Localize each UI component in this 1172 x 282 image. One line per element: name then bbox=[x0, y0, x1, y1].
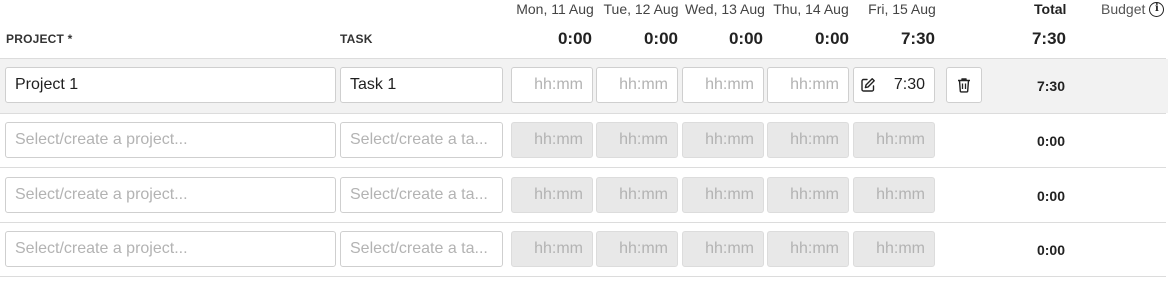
time-input-thu: hh:mm bbox=[767, 231, 849, 267]
day-total-mon: 0:00 bbox=[557, 29, 592, 48]
task-field[interactable]: Select/create a ta... bbox=[340, 231, 503, 267]
project-field[interactable]: Select/create a project... bbox=[5, 231, 336, 267]
time-input-thu: hh:mm bbox=[767, 177, 849, 213]
time-input-wed: hh:mm bbox=[682, 122, 764, 158]
time-input-tue: hh:mm bbox=[596, 122, 678, 158]
time-input-mon[interactable]: hh:mm bbox=[511, 67, 593, 103]
task-field[interactable]: Select/create a ta... bbox=[340, 122, 503, 158]
task-field[interactable]: Select/create a ta... bbox=[340, 177, 503, 213]
task-column-label: TASK bbox=[340, 32, 373, 46]
row-divider bbox=[0, 276, 1166, 277]
day-total-thu: 0:00 bbox=[814, 29, 849, 48]
project-column-label: PROJECT * bbox=[6, 32, 73, 46]
table-row: Select/create a project... Select/create… bbox=[0, 168, 1168, 222]
time-input-fri: hh:mm bbox=[853, 231, 935, 267]
time-value: 7:30 bbox=[893, 76, 925, 93]
time-input-mon: hh:mm bbox=[511, 231, 593, 267]
table-row: Select/create a project... Select/create… bbox=[0, 114, 1168, 168]
time-input-wed[interactable]: hh:mm bbox=[682, 67, 764, 103]
day-header-thu: Thu, 14 Aug bbox=[773, 1, 849, 17]
time-input-fri: hh:mm bbox=[853, 177, 935, 213]
project-field[interactable]: Select/create a project... bbox=[5, 122, 336, 158]
time-input-wed: hh:mm bbox=[682, 231, 764, 267]
time-input-fri: hh:mm bbox=[853, 122, 935, 158]
day-total-fri: 7:30 bbox=[900, 29, 935, 48]
info-icon[interactable]: i bbox=[1149, 1, 1165, 17]
day-header-fri: Fri, 15 Aug bbox=[868, 1, 936, 17]
day-header-wed: Wed, 13 Aug bbox=[685, 1, 765, 17]
row-total: 7:30 bbox=[1036, 78, 1066, 94]
day-header-tue: Tue, 12 Aug bbox=[603, 1, 679, 17]
row-total: 0:00 bbox=[1036, 133, 1066, 149]
budget-label: Budget bbox=[1101, 1, 1146, 17]
row-total: 0:00 bbox=[1036, 188, 1066, 204]
day-total-wed: 0:00 bbox=[728, 29, 763, 48]
day-header-mon: Mon, 11 Aug bbox=[516, 1, 594, 17]
trash-icon bbox=[957, 77, 971, 93]
time-input-mon: hh:mm bbox=[511, 177, 593, 213]
time-input-tue[interactable]: hh:mm bbox=[596, 67, 678, 103]
total-header: Total bbox=[1034, 1, 1067, 17]
grand-total: 7:30 bbox=[1031, 29, 1066, 48]
task-field[interactable]: Task 1 bbox=[340, 67, 503, 103]
time-input-tue: hh:mm bbox=[596, 177, 678, 213]
time-input-wed: hh:mm bbox=[682, 177, 764, 213]
time-input-fri[interactable]: 7:30 bbox=[853, 67, 935, 103]
budget-header: Budget i bbox=[1101, 1, 1165, 17]
table-row: Select/create a project... Select/create… bbox=[0, 223, 1168, 277]
time-input-mon: hh:mm bbox=[511, 122, 593, 158]
edit-icon[interactable] bbox=[860, 77, 876, 93]
time-input-tue: hh:mm bbox=[596, 231, 678, 267]
table-row: Project 1 Task 1 hh:mm hh:mm hh:mm hh:mm… bbox=[0, 59, 1168, 113]
time-input-thu: hh:mm bbox=[767, 122, 849, 158]
time-input-thu[interactable]: hh:mm bbox=[767, 67, 849, 103]
day-total-tue: 0:00 bbox=[643, 29, 678, 48]
delete-row-button[interactable] bbox=[946, 67, 982, 103]
row-total: 0:00 bbox=[1036, 242, 1066, 258]
project-field[interactable]: Select/create a project... bbox=[5, 177, 336, 213]
project-field[interactable]: Project 1 bbox=[5, 67, 336, 103]
